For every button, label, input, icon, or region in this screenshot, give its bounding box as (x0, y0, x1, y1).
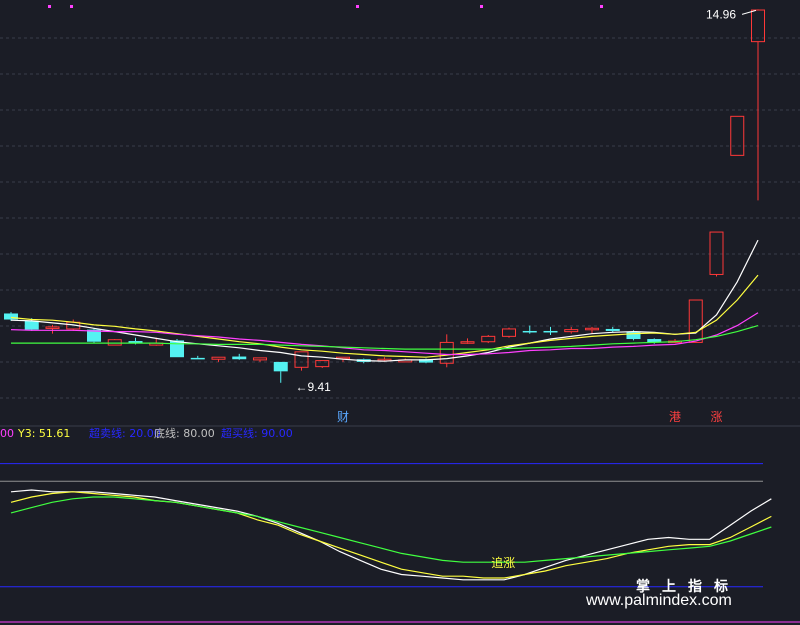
event-marker: 财 (337, 410, 349, 424)
candle-body (605, 328, 620, 331)
candle-body (522, 330, 537, 333)
candle-body (107, 339, 122, 346)
event-marker: 港 (669, 410, 681, 424)
top-marker (480, 5, 483, 8)
high-price-arrow (741, 9, 757, 15)
oscillator-line (10, 496, 772, 563)
candle-body (24, 320, 39, 330)
candle-body (502, 328, 516, 337)
top-marker (70, 5, 73, 8)
candle-body (211, 356, 226, 360)
legend-item: 00 (0, 427, 14, 440)
oscillator-annotation: 追涨 (491, 555, 515, 570)
candle-body (4, 313, 18, 320)
candle-body (751, 9, 765, 43)
legend-item: 超买线: 90.00 (221, 427, 293, 440)
top-marker (600, 5, 603, 8)
candle-body (190, 357, 205, 360)
moving-average-line (10, 274, 759, 358)
candle-body (730, 115, 745, 156)
top-marker (356, 5, 359, 8)
watermark-url: www.palmindex.com (586, 592, 732, 609)
candle-body (273, 361, 288, 372)
candle-body (439, 341, 454, 364)
event-marker: 涨 (711, 409, 723, 424)
candle-body (315, 360, 330, 368)
candle-body (294, 351, 309, 368)
legend-item: 超卖线: 20.00 (89, 427, 161, 440)
candle-body (232, 356, 247, 360)
top-marker (48, 5, 51, 8)
low-price-label: ←9.41 (296, 380, 332, 394)
candle-body (709, 231, 724, 275)
candle-body (253, 357, 267, 361)
candle-body (564, 329, 579, 333)
high-price-label: 14.96 (706, 7, 736, 21)
candle-body (585, 327, 599, 331)
candle-body (688, 299, 703, 343)
stock-chart: 14.96 ←9.41 财 港 涨追涨 (0, 5, 800, 623)
candle-body (45, 326, 60, 329)
legend-item: 底线: 80.00 (154, 427, 215, 440)
legend-item: Y3: 51.61 (18, 427, 71, 440)
candle-body (626, 331, 641, 340)
candle-body (481, 335, 496, 343)
oscillator-line (10, 491, 772, 579)
candle-body (170, 340, 184, 358)
candle-body (543, 330, 558, 333)
